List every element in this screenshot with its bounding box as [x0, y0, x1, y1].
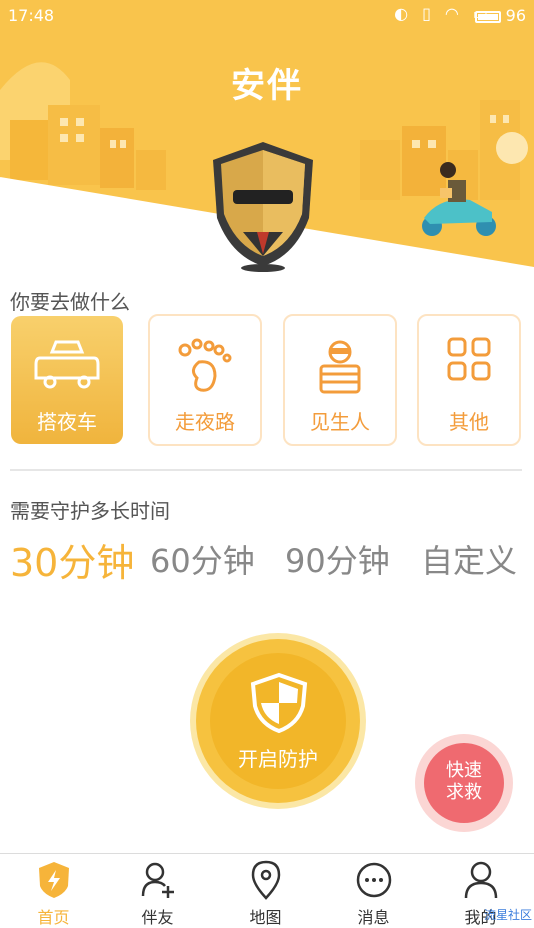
- nav-label: 消息: [357, 908, 390, 927]
- duration-prompt: 需要守护多长时间: [10, 499, 170, 523]
- quick-sos-label: 快速 求救: [424, 760, 504, 804]
- activity-prompt: 你要去做什么: [10, 290, 130, 314]
- nav-label: 伴友: [141, 908, 174, 927]
- grid-icon: [447, 337, 491, 381]
- activity-meet-stranger[interactable]: 见生人: [283, 314, 397, 446]
- add-friend-icon: [141, 862, 174, 898]
- battery-level: 96: [474, 6, 526, 25]
- message-icon: [356, 862, 391, 898]
- nav-label: 地图: [249, 908, 282, 927]
- profile-icon: [464, 861, 497, 899]
- duration-option-custom[interactable]: 自定义: [421, 536, 517, 582]
- nav-messages[interactable]: 消息: [320, 854, 427, 927]
- activity-label: 其他: [449, 410, 489, 434]
- nav-friends[interactable]: 伴友: [104, 854, 211, 927]
- nav-label: 首页: [37, 908, 70, 927]
- vibrate-icon: ▯: [422, 4, 431, 23]
- divider: [10, 469, 522, 471]
- shield-icon: [250, 672, 308, 734]
- activity-night-walk[interactable]: 走夜路: [148, 314, 262, 446]
- battery-icon: [474, 10, 501, 23]
- map-pin-icon: [251, 860, 280, 900]
- wifi-icon: ◠: [444, 4, 459, 23]
- app-title: 安伴: [231, 66, 303, 106]
- bottom-nav: 首页 伴友 地图 消息 我的: [0, 853, 534, 927]
- sos-line1: 快速: [446, 760, 482, 781]
- watermark: 流星社区: [483, 908, 532, 922]
- nav-map[interactable]: 地图: [212, 854, 319, 927]
- nav-home[interactable]: 首页: [0, 854, 107, 927]
- start-protection-label: 开启防护: [238, 747, 318, 771]
- stranger-icon: [319, 340, 361, 394]
- battery-text: 96: [505, 6, 526, 25]
- activity-label: 搭夜车: [37, 410, 97, 434]
- status-bar: 17:48 ◐ ▯ ◠ ▭ 96: [0, 0, 534, 34]
- activity-other[interactable]: 其他: [417, 314, 521, 446]
- status-time: 17:48: [8, 6, 55, 25]
- taxi-icon: [34, 340, 100, 389]
- duration-option-60[interactable]: 60分钟: [150, 536, 255, 582]
- activity-night-taxi[interactable]: 搭夜车: [11, 316, 123, 444]
- guardian-mascot-icon: [213, 142, 313, 272]
- activity-label: 走夜路: [175, 410, 235, 434]
- duration-option-30[interactable]: 30分钟: [10, 532, 134, 587]
- footprint-icon: [178, 338, 232, 392]
- duration-option-90[interactable]: 90分钟: [285, 536, 390, 582]
- moon-icon: ◐: [394, 4, 409, 23]
- activity-label: 见生人: [310, 410, 370, 434]
- home-bolt-icon: [38, 862, 69, 898]
- sos-line2: 求救: [446, 782, 482, 803]
